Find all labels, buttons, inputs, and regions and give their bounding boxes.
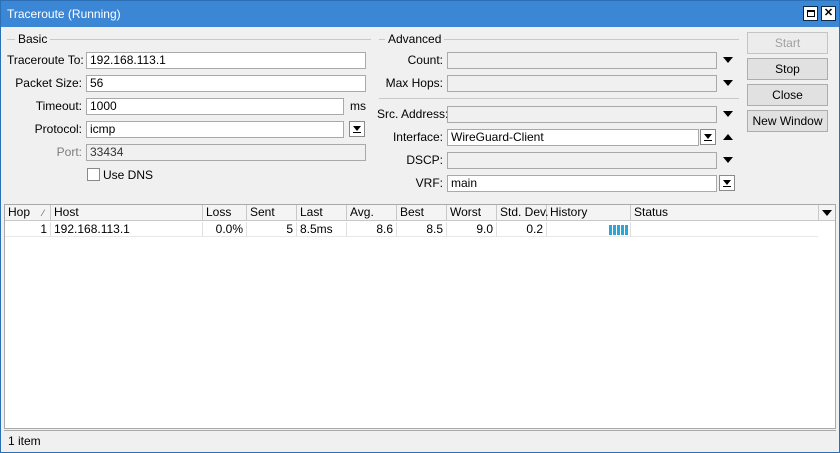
column-header-loss[interactable]: Loss [203,205,247,221]
protocol-dropdown-icon[interactable] [349,121,365,137]
count-input[interactable] [447,52,717,69]
column-header-history[interactable]: History [547,205,631,221]
table-row[interactable]: 1 192.168.113.1 0.0% 5 8.5ms 8.6 8.5 9.0… [5,222,818,237]
column-header-sent[interactable]: Sent [247,205,297,221]
history-bar [625,225,628,235]
cell-sent: 5 [247,222,297,237]
src-address-expand-icon[interactable] [723,111,733,117]
close-icon[interactable]: ✕ [821,6,836,21]
protocol-label: Protocol: [34,122,82,136]
cell-history [547,222,631,237]
interface-select[interactable]: WireGuard-Client [447,129,699,146]
traceroute-to-input[interactable]: 192.168.113.1 [86,52,366,69]
use-dns-label: Use DNS [103,168,154,182]
column-header-status[interactable]: Status [631,205,818,221]
timeout-input[interactable]: 1000 [86,98,344,115]
column-header-avg[interactable]: Avg. [347,205,397,221]
column-menu-icon[interactable] [818,205,835,221]
basic-group-divider [7,39,371,40]
new-window-button[interactable]: New Window [747,110,828,132]
column-header-worst[interactable]: Worst [447,205,497,221]
sort-asc-icon: ⁄ [42,208,44,218]
column-header-hop[interactable]: Hop ⁄ [5,205,51,221]
restore-icon[interactable] [803,6,818,21]
max-hops-input[interactable] [447,75,717,92]
interface-dropdown-icon[interactable] [700,129,716,145]
basic-group-label: Basic [15,32,51,46]
results-table: Hop ⁄ Host Loss Sent Last Avg. Best Worst… [4,204,836,429]
advanced-divider [379,98,739,99]
stop-button[interactable]: Stop [747,58,828,80]
port-label: Port: [56,145,82,159]
vrf-select[interactable]: main [447,175,717,192]
use-dns-checkbox[interactable] [87,168,100,181]
close-button[interactable]: Close [747,84,828,106]
cell-last: 8.5ms [297,222,347,237]
timeout-unit: ms [350,99,366,113]
dscp-expand-icon[interactable] [723,157,733,163]
cell-best: 8.5 [397,222,447,237]
port-input: 33434 [86,144,366,161]
max-hops-expand-icon[interactable] [723,80,733,86]
cell-avg: 8.6 [347,222,397,237]
max-hops-label: Max Hops: [385,76,443,90]
dscp-label: DSCP: [406,153,443,167]
column-header-std-dev[interactable]: Std. Dev. [497,205,548,221]
table-header: Hop ⁄ Host Loss Sent Last Avg. Best Worst… [5,205,835,221]
advanced-group-label: Advanced [385,32,445,46]
history-bar [617,225,620,235]
vrf-label: VRF: [415,176,443,190]
traceroute-to-label: Traceroute To: [7,53,84,67]
history-bar [621,225,624,235]
count-label: Count: [407,53,443,67]
cell-loss: 0.0% [203,222,247,237]
title-bar[interactable]: Traceroute (Running) ✕ [1,1,839,27]
interface-collapse-icon[interactable] [723,134,733,140]
status-bar: 1 item [4,430,836,449]
column-header-best[interactable]: Best [397,205,447,221]
src-address-label: Src. Address: [377,107,449,121]
cell-status [631,222,818,237]
packet-size-input[interactable]: 56 [86,75,366,92]
item-count: 1 item [8,434,41,448]
cell-hop: 1 [5,222,51,237]
column-header-host[interactable]: Host [51,205,203,221]
start-button[interactable]: Start [747,32,828,54]
history-bar [613,225,616,235]
count-expand-icon[interactable] [723,57,733,63]
column-header-last[interactable]: Last [297,205,347,221]
window-title: Traceroute (Running) [7,7,121,21]
src-address-input[interactable] [447,106,717,123]
cell-host: 192.168.113.1 [51,222,203,237]
history-bar [609,225,612,235]
traceroute-window: Traceroute (Running) ✕ Basic Traceroute … [0,0,840,453]
interface-label: Interface: [392,130,443,144]
cell-worst: 9.0 [447,222,497,237]
protocol-select[interactable]: icmp [86,121,344,138]
dscp-input[interactable] [447,152,717,169]
cell-std-dev: 0.2 [497,222,547,237]
vrf-dropdown-icon[interactable] [719,175,735,191]
packet-size-label: Packet Size: [15,76,82,90]
timeout-label: Timeout: [35,99,82,113]
